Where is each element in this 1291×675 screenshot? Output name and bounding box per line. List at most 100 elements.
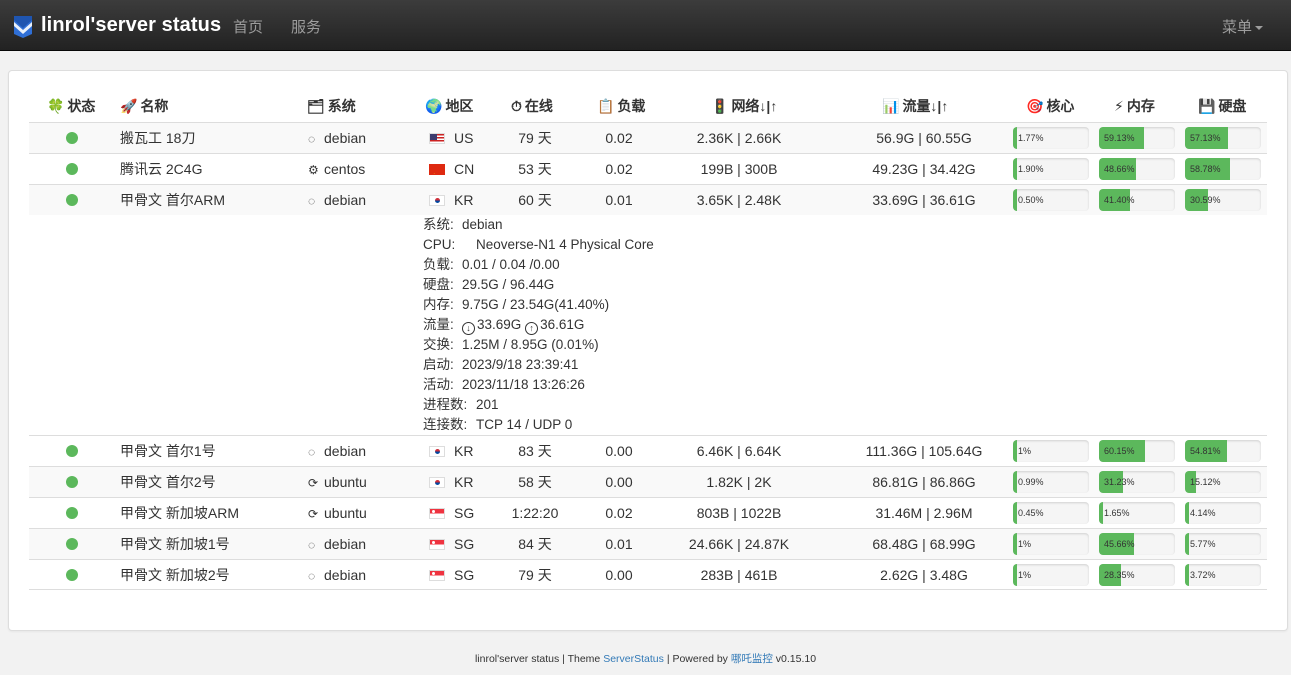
memory-bar-label: 1.65% bbox=[1104, 508, 1130, 518]
table-row[interactable]: 搬瓦工 18刀 ◌ debian US 79 天 0.02 2.36K | 2.66K 56.… bbox=[29, 122, 1267, 153]
detail-value: 2023/9/18 23:39:41 bbox=[462, 357, 579, 372]
table-row[interactable]: 甲骨文 新加坡ARM ⟳ ubuntu SG 1:22:20 0.02 803B | 102… bbox=[29, 497, 1267, 528]
table-row[interactable]: 甲骨文 首尔ARM ◌ debian KR 60 天 0.01 3.65K | 2.48K 3… bbox=[29, 184, 1267, 215]
header-os: 🗂 系统 bbox=[307, 96, 356, 116]
detail-key: 内存: bbox=[423, 297, 454, 312]
detail-value: 9.75G / 23.54G(41.40%) bbox=[462, 297, 610, 312]
disk-bar: 3.72% bbox=[1185, 564, 1261, 586]
disk-bar-label: 5.77% bbox=[1190, 539, 1216, 549]
cpu-bar-label: 0.50% bbox=[1018, 195, 1044, 205]
network-speed: 2.36K | 2.66K bbox=[696, 130, 782, 146]
region-code: KR bbox=[454, 474, 474, 490]
detail-line: 连接数: TCP 14 / UDP 0 bbox=[423, 415, 654, 435]
load: 0.02 bbox=[605, 161, 633, 177]
header-uptime: ⏱ 在线 bbox=[511, 96, 553, 116]
ubuntu-icon: ⟳ bbox=[308, 476, 319, 490]
disk-bar-label: 4.14% bbox=[1190, 508, 1216, 518]
navbar: linrol'server status 首页 服务 菜单 bbox=[0, 0, 1291, 51]
table-row[interactable]: 甲骨文 首尔2号 ⟳ ubuntu KR 58 天 0.00 1.82K | 2K 86.81… bbox=[29, 466, 1267, 497]
disk-bar-label: 30.59% bbox=[1190, 195, 1221, 205]
table-row[interactable]: 甲骨文 首尔1号 ◌ debian KR 83 天 0.00 6.46K | 6.64K 11… bbox=[29, 435, 1267, 466]
header-traffic: 📊 流量↓|↑ bbox=[882, 96, 948, 116]
disk-bar: 57.13% bbox=[1185, 127, 1261, 149]
os-cell: ⟳ ubuntu bbox=[308, 467, 367, 497]
table-row[interactable]: 甲骨文 新加坡1号 ◌ debian SG 84 天 0.01 24.66K | 24.87… bbox=[29, 528, 1267, 559]
menu-label: 菜单 bbox=[1221, 19, 1252, 36]
table-row[interactable]: 甲骨文 新加坡2号 ◌ debian SG 79 天 0.00 283B | 461B 2.6… bbox=[29, 559, 1267, 590]
header-load: 📋 负载 bbox=[597, 96, 645, 116]
load: 0.01 bbox=[605, 192, 633, 208]
detail-value: 0.01 / 0.04 /0.00 bbox=[462, 257, 560, 272]
cn-flag-icon bbox=[429, 164, 445, 175]
disk-bar-label: 58.78% bbox=[1190, 164, 1221, 174]
detail-line: 交换: 1.25M / 8.95G (0.01%) bbox=[423, 335, 654, 355]
memory-bar: 48.66% bbox=[1099, 158, 1175, 180]
detail-value: Neoverse-N1 4 Physical Core bbox=[476, 237, 654, 252]
floppy-disk-icon: 💾 bbox=[1198, 98, 1216, 114]
traffic-total: 111.36G | 105.64G bbox=[865, 443, 983, 459]
detail-key: 进程数: bbox=[423, 397, 468, 412]
traffic-total: 86.81G | 86.86G bbox=[872, 474, 976, 490]
traffic-total: 68.48G | 68.99G bbox=[872, 536, 976, 552]
traffic-light-icon: 🚦 bbox=[711, 98, 729, 114]
region-cell: SG bbox=[429, 498, 474, 528]
region-cell: KR bbox=[429, 436, 473, 466]
traffic-total: 2.62G | 3.48G bbox=[880, 567, 968, 583]
table-row[interactable]: 腾讯云 2C4G ⚙ centos CN 53 天 0.02 199B | 300B 49.2… bbox=[29, 153, 1267, 184]
server-name: 甲骨文 新加坡1号 bbox=[120, 536, 230, 552]
sg-flag-icon bbox=[429, 570, 445, 581]
uptime: 1:22:20 bbox=[511, 505, 559, 521]
load: 0.00 bbox=[605, 567, 633, 583]
cpu-bar-fill bbox=[1013, 502, 1017, 524]
uptime: 79 天 bbox=[518, 130, 552, 146]
detail-line: 启动: 2023/9/18 23:39:41 bbox=[423, 355, 654, 375]
status-online-icon bbox=[66, 569, 78, 581]
clover-icon: 🍀 bbox=[47, 98, 65, 114]
header-status: 🍀 状态 bbox=[47, 96, 95, 116]
uptime: 83 天 bbox=[518, 443, 552, 459]
region-code: SG bbox=[454, 505, 475, 521]
detail-key: 流量: bbox=[423, 317, 454, 332]
cpu-bar: 0.50% bbox=[1013, 189, 1089, 211]
disk-bar: 30.59% bbox=[1185, 189, 1261, 211]
region-code: US bbox=[454, 130, 474, 146]
rocket-icon: 🚀 bbox=[120, 98, 138, 114]
shield-logo-icon bbox=[14, 16, 32, 38]
os-name: ubuntu bbox=[324, 505, 367, 521]
server-name: 甲骨文 首尔ARM bbox=[120, 192, 225, 208]
server-name: 甲骨文 新加坡ARM bbox=[120, 505, 239, 521]
brand[interactable]: linrol'server status bbox=[12, 0, 221, 51]
load: 0.00 bbox=[605, 474, 633, 490]
cpu-bar: 0.45% bbox=[1013, 502, 1089, 524]
caret-down-icon bbox=[1255, 26, 1263, 31]
region-cell: SG bbox=[429, 560, 474, 590]
uptime: 58 天 bbox=[518, 474, 552, 490]
header-memory: ⚡ 内存 bbox=[1114, 96, 1155, 116]
theme-link[interactable]: ServerStatus bbox=[603, 653, 664, 665]
detail-key: 交换: bbox=[423, 337, 454, 352]
region-code: SG bbox=[454, 536, 475, 552]
uptime: 84 天 bbox=[518, 536, 552, 552]
memory-bar: 59.13% bbox=[1099, 127, 1175, 149]
detail-line: 负载: 0.01 / 0.04 /0.00 bbox=[423, 255, 654, 275]
status-online-icon bbox=[66, 507, 78, 519]
debian-icon: ◌ bbox=[308, 569, 316, 583]
detail-line: 内存: 9.75G / 23.54G(41.40%) bbox=[423, 295, 654, 315]
bar-chart-icon: 📊 bbox=[882, 98, 900, 114]
status-online-icon bbox=[66, 476, 78, 488]
clipboard-icon: 📋 bbox=[597, 98, 615, 114]
status-online-icon bbox=[66, 538, 78, 550]
disk-bar-fill bbox=[1185, 502, 1189, 524]
nav-home-link[interactable]: 首页 bbox=[233, 16, 263, 37]
sg-flag-icon bbox=[429, 508, 445, 519]
powered-link[interactable]: 哪吒监控 bbox=[731, 653, 773, 665]
detail-line: CPU: Neoverse-N1 4 Physical Core bbox=[423, 235, 654, 255]
detail-value: 201 bbox=[476, 397, 499, 412]
network-speed: 6.46K | 6.64K bbox=[696, 443, 782, 459]
header-label: 负载 bbox=[617, 98, 646, 114]
brand-title: linrol'server status bbox=[41, 13, 222, 36]
header-label: 核心 bbox=[1046, 98, 1075, 114]
menu-dropdown[interactable]: 菜单 bbox=[1222, 16, 1263, 37]
nav-service-link[interactable]: 服务 bbox=[291, 16, 321, 37]
cpu-bar-label: 0.99% bbox=[1018, 477, 1044, 487]
